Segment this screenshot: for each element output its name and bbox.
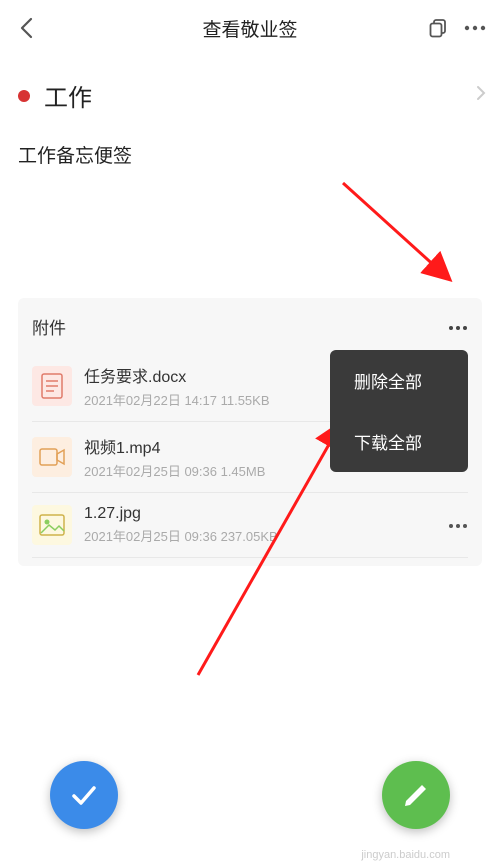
document-icon <box>32 366 72 406</box>
copy-icon <box>428 18 448 38</box>
watermark: jingyan.baidu.com <box>361 849 450 861</box>
category-name: 工作 <box>44 78 92 113</box>
image-icon <box>32 505 72 545</box>
back-button[interactable] <box>14 16 38 40</box>
header-more-button[interactable] <box>464 25 486 31</box>
attachments-header: 附件 <box>32 314 468 339</box>
video-icon <box>32 437 72 477</box>
attachment-item[interactable]: 1.27.jpg 2021年02月25日 09:36 237.05KB <box>32 493 468 558</box>
check-icon <box>68 779 100 811</box>
more-horizontal-icon <box>464 25 486 31</box>
header-actions <box>428 18 486 38</box>
chevron-left-icon <box>19 17 33 39</box>
more-horizontal-icon <box>448 325 468 331</box>
attachments-popup-menu: 删除全部 下载全部 <box>330 350 468 472</box>
bottom-action-bar <box>0 761 500 829</box>
attachments-card: 附件 任务要求.docx 2021年02月22日 14:17 11.55KB 视… <box>18 298 482 566</box>
category-color-dot <box>18 90 30 102</box>
file-info: 1.27.jpg 2021年02月25日 09:36 237.05KB <box>84 505 440 545</box>
pencil-icon <box>402 781 430 809</box>
header: 查看敬业签 <box>0 0 500 56</box>
annotation-arrow <box>338 178 478 298</box>
attachment-item-more-button[interactable] <box>448 516 468 534</box>
note-title: 工作备忘便签 <box>0 121 500 188</box>
category-row[interactable]: 工作 <box>0 56 500 121</box>
attachments-more-button[interactable] <box>448 318 468 336</box>
delete-all-menu-item[interactable]: 删除全部 <box>330 350 468 411</box>
chevron-right-icon <box>476 85 486 106</box>
edit-fab[interactable] <box>382 761 450 829</box>
file-name: 1.27.jpg <box>84 505 440 523</box>
file-meta: 2021年02月25日 09:36 237.05KB <box>84 526 440 545</box>
more-horizontal-icon <box>448 523 468 529</box>
confirm-fab[interactable] <box>50 761 118 829</box>
page-title: 查看敬业签 <box>202 15 297 42</box>
download-all-menu-item[interactable]: 下载全部 <box>330 411 468 472</box>
attachments-label: 附件 <box>32 314 66 339</box>
copy-button[interactable] <box>428 18 448 38</box>
